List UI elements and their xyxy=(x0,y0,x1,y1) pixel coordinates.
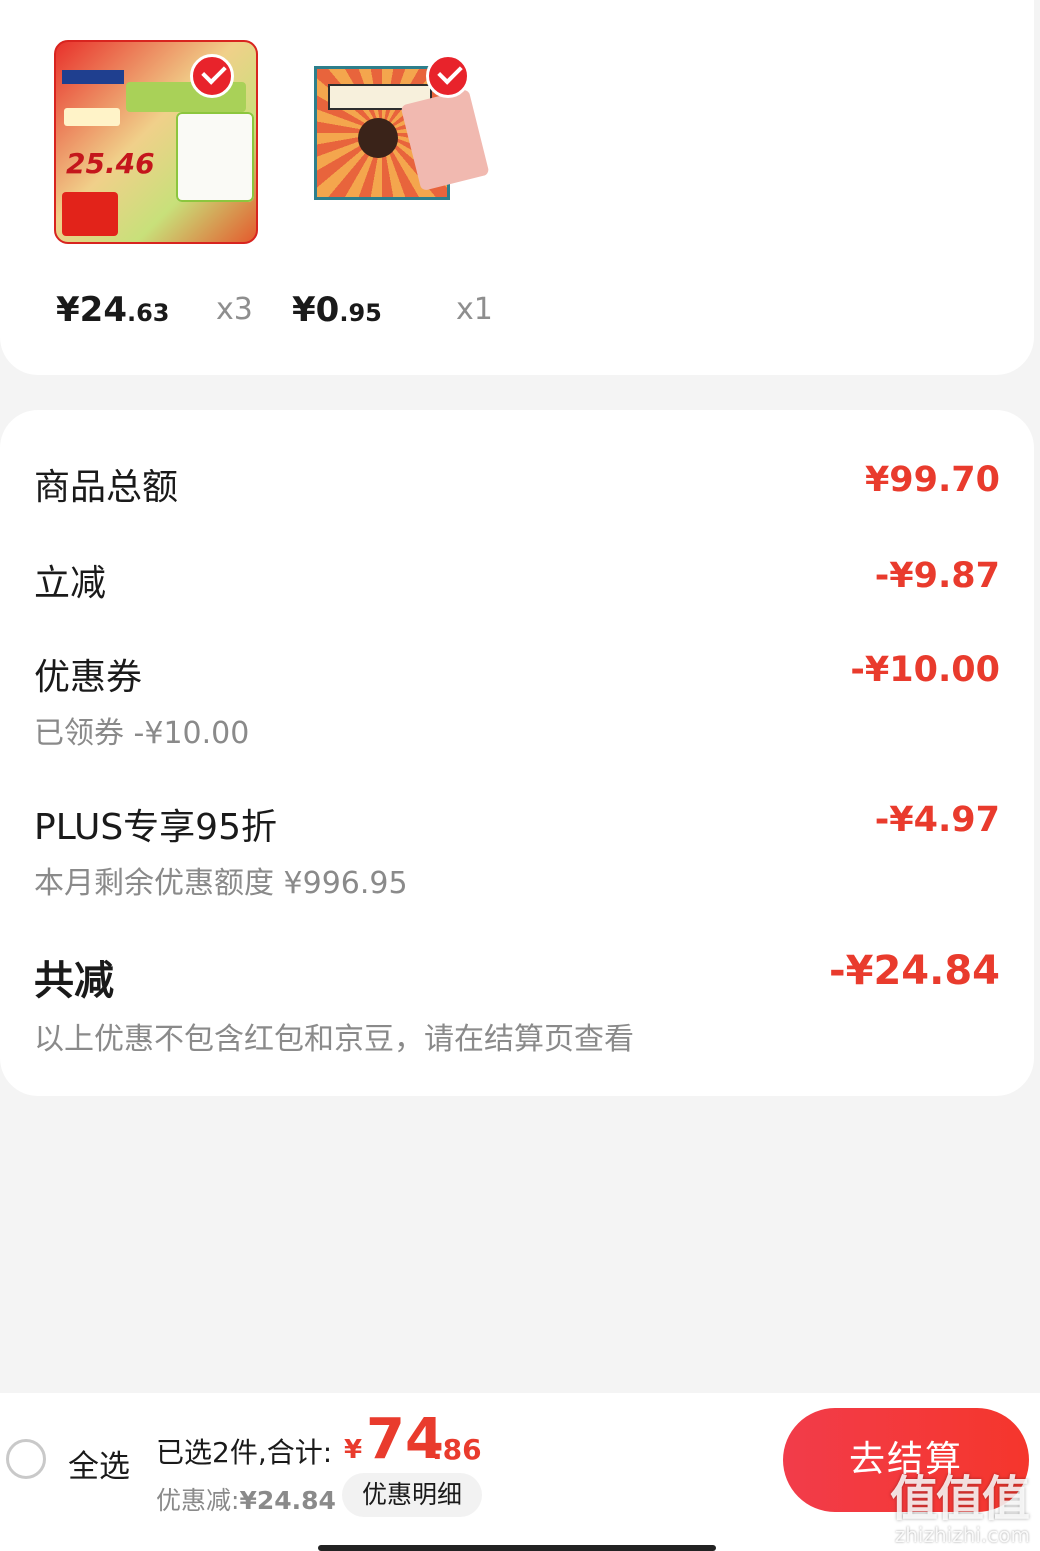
selected-count-text: 已选2件,合计: xyxy=(156,1436,333,1469)
product-image-sesame[interactable] xyxy=(300,50,500,250)
watermark-logo: 值值值 xyxy=(889,1471,1030,1527)
check-icon[interactable] xyxy=(426,54,470,98)
product-price: ¥0.95 xyxy=(292,290,382,330)
discount-detail-button[interactable]: 优惠明细 xyxy=(342,1473,482,1517)
coupon-sub-text: 已领券 -¥10.00 xyxy=(34,716,250,751)
total-amount-decimal: .86 xyxy=(432,1433,482,1466)
plus-discount-value: -¥4.97 xyxy=(874,800,1000,840)
product-price: ¥24.63 xyxy=(56,290,170,330)
goods-total-label: 商品总额 xyxy=(34,467,179,508)
radio-icon[interactable] xyxy=(6,1439,46,1479)
goods-total-value: ¥99.70 xyxy=(864,460,1000,500)
selected-products-card: 25.46 ¥24.63 x3 ¥0.95 x1 xyxy=(0,0,1034,375)
discount-note: 以上优惠不包含红包和京豆，请在结算页查看 xyxy=(34,1022,634,1057)
plus-remaining-text: 本月剩余优惠额度 ¥996.95 xyxy=(34,866,408,901)
home-indicator[interactable] xyxy=(318,1545,716,1551)
product-quantity: x1 xyxy=(456,292,493,327)
check-icon[interactable] xyxy=(190,54,234,98)
thumb-price: 25.46 xyxy=(66,147,155,180)
instant-discount-value: -¥9.87 xyxy=(874,556,1000,596)
discount-line: 优惠减:¥24.84 xyxy=(156,1486,336,1515)
watermark-url: zhizhizhi.com xyxy=(894,1523,1030,1547)
price-summary-card: 商品总额 ¥99.70 立减 -¥9.87 优惠券 -¥10.00 已领券 -¥… xyxy=(0,410,1034,1096)
total-discount-value: -¥24.84 xyxy=(829,948,1000,994)
select-all-label[interactable]: 全选 xyxy=(68,1441,130,1486)
coupon-label: 优惠券 xyxy=(34,657,143,698)
total-currency: ¥ xyxy=(344,1435,363,1465)
plus-discount-label: PLUS专享95折 xyxy=(34,807,277,848)
total-discount-label: 共减 xyxy=(34,958,114,1004)
coupon-value: -¥10.00 xyxy=(850,650,1000,690)
product-quantity: x3 xyxy=(216,292,253,327)
checkout-bar: 全选 已选2件,合计: ¥ 74 .86 优惠减:¥24.84 优惠明细 去结算… xyxy=(0,1393,1040,1551)
instant-discount-label: 立减 xyxy=(34,563,107,604)
